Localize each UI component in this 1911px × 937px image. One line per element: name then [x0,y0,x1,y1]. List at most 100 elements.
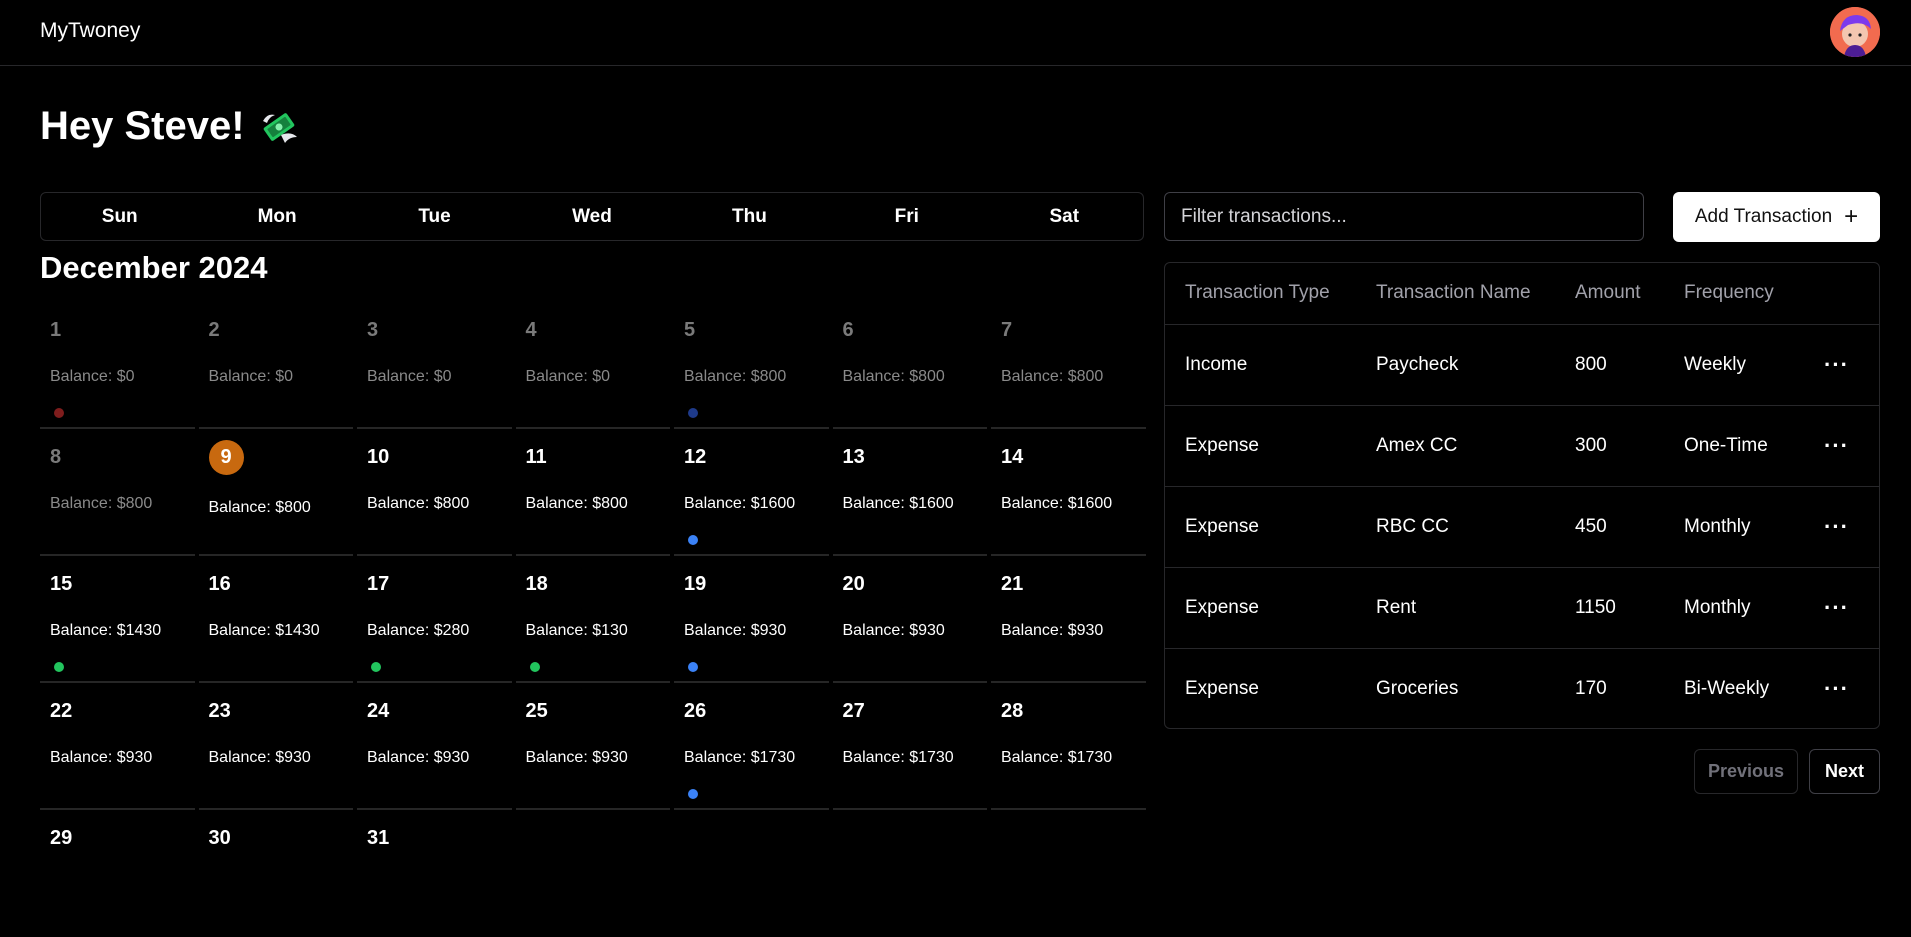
calendar-day[interactable]: 5 Balance: $800 [674,302,829,429]
calendar-day[interactable]: 17 Balance: $280 [357,556,512,683]
table-row[interactable]: Expense RBC CC 450 Monthly ··· [1165,486,1879,568]
cell-name: Amex CC [1356,405,1555,487]
calendar-day[interactable]: 3 Balance: $0 [357,302,512,429]
calendar-day[interactable]: 27 Balance: $1730 [832,683,987,810]
cell-name: Paycheck [1356,324,1555,406]
calendar-day[interactable]: 11 Balance: $800 [515,429,670,556]
calendar-day[interactable]: 15 Balance: $1430 [40,556,195,683]
transaction-dot-icon [54,408,64,418]
cell-type: Income [1165,324,1356,406]
calendar-day[interactable]: 28 Balance: $1730 [991,683,1146,810]
table-row[interactable]: Expense Groceries 170 Bi-Weekly ··· [1165,648,1879,728]
day-balance: Balance: $1730 [1001,749,1113,766]
filter-transactions-input[interactable] [1164,192,1644,241]
day-balance: Balance: $1600 [1001,495,1113,512]
day-number: 29 [50,827,73,849]
add-transaction-label: Add Transaction [1694,206,1833,227]
day-balance: Balance: $800 [1001,368,1104,385]
cell-name: Rent [1356,567,1555,649]
day-number: 15 [50,573,73,595]
row-actions-button[interactable]: ··· [1804,405,1879,487]
day-balance: Balance: $930 [367,749,470,766]
calendar-day[interactable]: 4 Balance: $0 [515,302,670,429]
day-balance: Balance: $800 [50,495,153,512]
day-balance: Balance: $1600 [842,495,954,512]
calendar-day[interactable]: 13 Balance: $1600 [832,429,987,556]
column-header-type[interactable]: Transaction Type [1165,263,1356,325]
cell-name: Groceries [1376,677,1459,699]
transaction-dot-icon [688,662,698,672]
day-number: 31 [367,827,390,849]
calendar-day[interactable]: 21 Balance: $930 [991,556,1146,683]
calendar-day[interactable]: 2 Balance: $0 [198,302,353,429]
cell-type: Expense [1165,567,1356,649]
day-number: 17 [367,573,390,595]
calendar-day[interactable]: 31 [357,810,512,937]
column-header-amount[interactable]: Amount [1555,263,1664,325]
day-number: 3 [367,319,379,341]
table-row[interactable]: Expense Amex CC 300 One-Time ··· [1165,405,1879,487]
cell-frequency: Monthly [1664,567,1804,649]
more-horizontal-icon: ··· [1824,432,1849,458]
weekday-header: Sun Mon Tue Wed Thu Fri Sat [40,192,1144,241]
day-number: 26 [684,700,707,722]
column-header-frequency[interactable]: Frequency [1664,263,1804,325]
weekday-label: Sun [101,206,138,227]
previous-page-button[interactable]: Previous [1694,749,1798,794]
calendar-day[interactable]: 22 Balance: $930 [40,683,195,810]
calendar-day[interactable]: 7 Balance: $800 [991,302,1146,429]
more-horizontal-icon: ··· [1824,351,1849,377]
table-row[interactable]: Expense Rent 1150 Monthly ··· [1165,567,1879,649]
add-transaction-button[interactable]: Add Transaction + [1673,192,1880,242]
more-horizontal-icon: ··· [1824,594,1849,620]
today-badge: 9 [208,440,244,475]
calendar-day[interactable]: 8 Balance: $800 [40,429,195,556]
calendar-day[interactable]: 26 Balance: $1730 [674,683,829,810]
calendar-day[interactable]: 10 Balance: $800 [357,429,512,556]
day-balance: Balance: $130 [525,622,628,639]
calendar-day[interactable]: 9 Balance: $800 [198,429,353,556]
cell-frequency: Monthly [1664,486,1804,568]
calendar-day[interactable]: 12 Balance: $1600 [674,429,829,556]
column-header-name[interactable]: Transaction Name [1356,263,1555,325]
calendar-day[interactable]: 20 Balance: $930 [832,556,987,683]
table-row[interactable]: Income Paycheck 800 Weekly ··· [1165,324,1879,406]
day-number: 11 [525,446,547,468]
app-title[interactable]: MyTwoney [40,19,140,43]
day-balance: Balance: $930 [842,622,945,639]
day-number: 1 [50,319,62,341]
calendar-day[interactable]: 29 [40,810,195,937]
cell-amount: 800 [1555,324,1664,406]
calendar-day[interactable]: 23 Balance: $930 [198,683,353,810]
next-page-button[interactable]: Next [1809,749,1880,794]
user-avatar[interactable] [1830,7,1880,57]
calendar-day[interactable]: 30 [199,810,354,937]
day-balance: Balance: $800 [208,499,311,516]
calendar-day[interactable]: 25 Balance: $930 [515,683,670,810]
day-number: 20 [842,573,865,595]
day-number: 23 [208,700,231,722]
transactions-table: Transaction Type Transaction Name Amount… [1164,262,1880,729]
calendar-day[interactable]: 6 Balance: $800 [832,302,987,429]
money-with-wings-icon [262,112,297,143]
calendar-day[interactable]: 18 Balance: $130 [515,556,670,683]
transaction-dot-icon [54,662,64,672]
day-number: 12 [684,446,707,468]
calendar-day[interactable]: 19 Balance: $930 [674,556,829,683]
row-actions-button[interactable]: ··· [1804,486,1879,568]
day-balance: Balance: $1600 [684,495,796,512]
day-balance: Balance: $930 [525,749,628,766]
day-number: 28 [1001,700,1024,722]
calendar-day[interactable]: 24 Balance: $930 [357,683,512,810]
row-actions-button[interactable]: ··· [1804,567,1879,649]
row-actions-button[interactable]: ··· [1804,648,1879,728]
calendar-day[interactable]: 16 Balance: $1430 [198,556,353,683]
calendar-day[interactable]: 14 Balance: $1600 [991,429,1146,556]
day-number: 8 [50,446,62,468]
day-number: 24 [367,700,390,722]
cell-frequency: Weekly [1664,324,1804,406]
day-balance: Balance: $930 [50,749,153,766]
row-actions-button[interactable]: ··· [1804,324,1879,406]
cell-type: Expense [1185,677,1259,699]
calendar-day[interactable]: 1 Balance: $0 [40,302,195,429]
